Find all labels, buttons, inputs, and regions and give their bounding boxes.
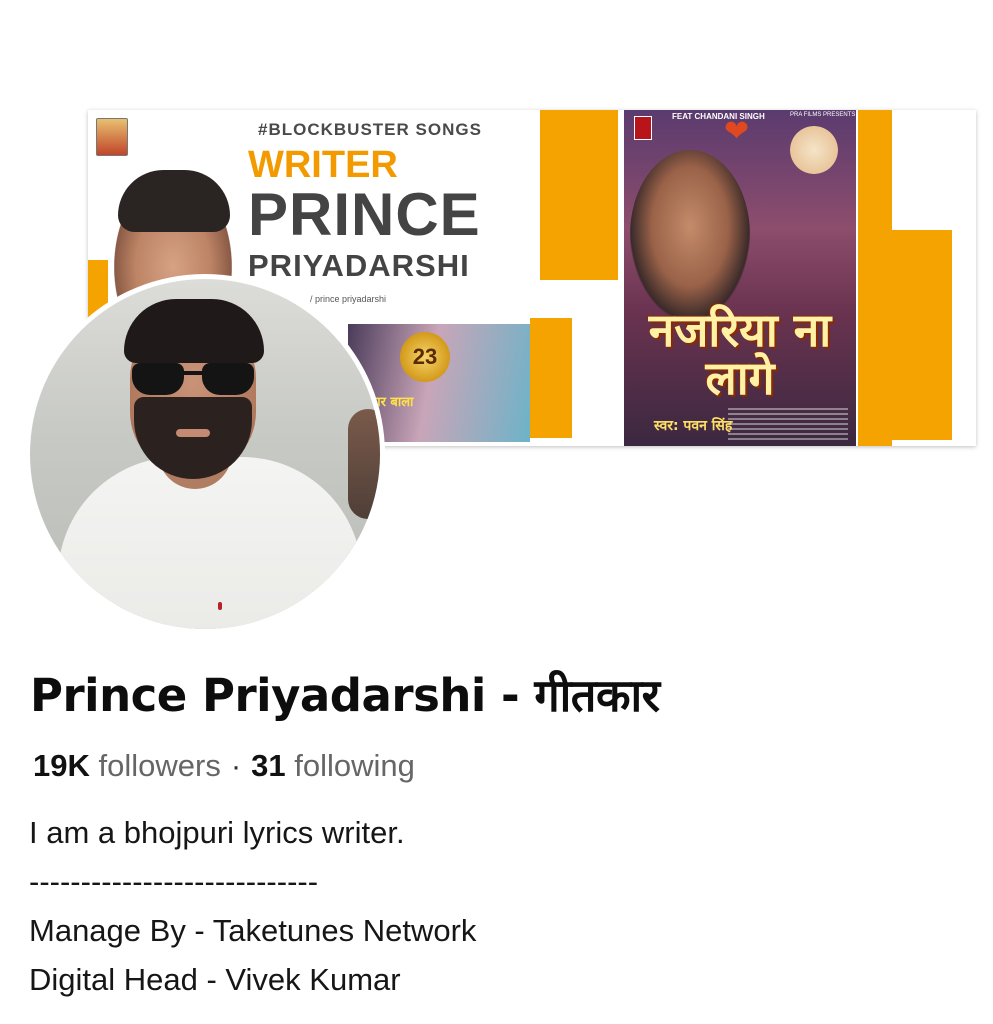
- bio-line: I am a bhojpuri lyrics writer.: [29, 815, 405, 850]
- bio-divider: ----------------------------: [29, 864, 319, 899]
- orange-accent: [882, 230, 952, 440]
- cover-person-hair: [118, 170, 230, 232]
- poster-credits: [728, 408, 848, 442]
- following-label[interactable]: following: [294, 748, 415, 783]
- cover-name-line1: PRINCE: [248, 181, 481, 248]
- label-logo-icon: [634, 116, 652, 140]
- poster-title: नजरिया ना लागे: [648, 303, 832, 405]
- orange-accent: [540, 110, 618, 280]
- profile-name: Prince Priyadarshi - गीतकार: [30, 669, 660, 722]
- bio-line: Manage By - Taketunes Network: [29, 913, 477, 948]
- profile-bio: I am a bhojpuri lyrics writer. ----------…: [29, 808, 476, 1004]
- cover-name-line2: PRIYADARSHI: [248, 248, 470, 283]
- cover-social-handle: / prince priyadarshi: [310, 294, 387, 304]
- shirt-button: [218, 602, 222, 610]
- bio-line: Digital Head - Vivek Kumar: [29, 962, 401, 997]
- poster-badge: 23: [400, 332, 450, 382]
- profile-avatar[interactable]: [25, 274, 385, 634]
- poster-feat: FEAT CHANDANI SINGH: [672, 112, 765, 121]
- poster-actor: [630, 150, 750, 320]
- avatar-photo: [30, 279, 380, 629]
- orange-accent: [530, 318, 572, 438]
- poster-singer: स्वर: पवन सिंह: [654, 418, 733, 434]
- background-person: [348, 409, 380, 519]
- following-count[interactable]: 31: [251, 748, 285, 783]
- stats-separator: ·: [230, 748, 242, 783]
- profile-stats: 19K followers · 31 following: [33, 748, 415, 784]
- followers-count[interactable]: 19K: [33, 748, 90, 783]
- hearts-icon: ❤: [724, 115, 750, 148]
- moon-icon: [790, 126, 838, 174]
- cover-hashtag: #BLOCKBUSTER SONGS: [258, 120, 482, 139]
- avatar-mouth: [176, 429, 210, 437]
- followers-label[interactable]: followers: [99, 748, 221, 783]
- deity-logo-icon: [96, 118, 128, 156]
- big-song-poster: FEAT CHANDANI SINGH PRA FILMS PRESENTS ❤…: [624, 110, 856, 446]
- poster-presents: PRA FILMS PRESENTS: [790, 112, 856, 118]
- sunglasses-icon: [132, 363, 256, 397]
- avatar-hair: [124, 299, 264, 363]
